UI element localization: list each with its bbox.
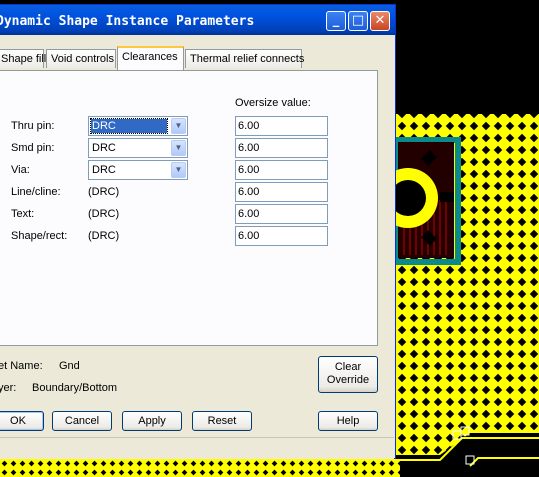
reset-button[interactable]: Reset	[192, 411, 252, 431]
chevron-down-icon[interactable]: ▼	[171, 140, 186, 156]
thru-pin-select[interactable]: DRC ▼	[88, 116, 188, 136]
thru-pin-value: DRC	[90, 118, 168, 134]
help-button[interactable]: Help	[318, 411, 378, 431]
text-label: Text:	[11, 208, 35, 220]
title-bar[interactable]: Dynamic Shape Instance Parameters _ □ ✕	[0, 5, 395, 35]
shape-rect-oversize-input[interactable]: 6.00	[235, 226, 328, 246]
maximize-button[interactable]: □	[348, 11, 368, 31]
via-value: DRC	[92, 164, 116, 176]
net-name-label: et Name:	[0, 360, 43, 372]
smd-pin-select[interactable]: DRC ▼	[88, 138, 188, 158]
dialog-window: Dynamic Shape Instance Parameters _ □ ✕ …	[0, 4, 396, 459]
shape-rect-value: (DRC)	[88, 230, 120, 242]
oversize-header: Oversize value:	[235, 97, 311, 109]
text-oversize-input[interactable]: 6.00	[235, 204, 328, 224]
chevron-down-icon[interactable]: ▼	[171, 118, 186, 134]
via-oversize-input[interactable]: 6.00	[235, 160, 328, 180]
clear-override-line1: Clear	[334, 361, 362, 373]
tab-void-controls[interactable]: Void controls	[46, 49, 116, 68]
thru-pin-oversize-input[interactable]: 6.00	[235, 116, 328, 136]
line-cline-value: (DRC)	[88, 186, 120, 198]
chevron-down-icon[interactable]: ▼	[171, 162, 186, 178]
clear-override-line2: Override	[326, 374, 370, 386]
text-value: (DRC)	[88, 208, 120, 220]
via-select[interactable]: DRC ▼	[88, 160, 188, 180]
smd-pin-label: Smd pin:	[11, 142, 55, 154]
via-label: Via:	[11, 164, 30, 176]
copper-strip	[0, 459, 400, 477]
line-cline-oversize-input[interactable]: 6.00	[235, 182, 328, 202]
line-cline-label: Line/cline:	[11, 186, 61, 198]
window-title: Dynamic Shape Instance Parameters	[0, 14, 255, 29]
minimize-button[interactable]: _	[326, 11, 346, 31]
smd-pin-value: DRC	[92, 142, 116, 154]
status-divider	[0, 437, 394, 438]
close-button[interactable]: ✕	[370, 11, 390, 31]
layer-value: Boundary/Bottom	[32, 382, 117, 394]
tab-shape-fill[interactable]: Shape fill	[0, 49, 46, 68]
tab-thermal-relief-connects[interactable]: Thermal relief connects	[185, 49, 304, 68]
ok-button[interactable]: OK	[0, 411, 44, 431]
tab-clearances[interactable]: Clearances	[117, 46, 184, 70]
net-name-value: Gnd	[59, 360, 80, 372]
smd-pin-oversize-input[interactable]: 6.00	[235, 138, 328, 158]
thru-pin-label: Thru pin:	[11, 120, 55, 132]
cancel-button[interactable]: Cancel	[52, 411, 112, 431]
layer-label: yer:	[0, 382, 17, 394]
clear-override-button[interactable]: Clear Override	[318, 356, 378, 393]
apply-button[interactable]: Apply	[122, 411, 182, 431]
shape-rect-label: Shape/rect:	[11, 230, 68, 242]
